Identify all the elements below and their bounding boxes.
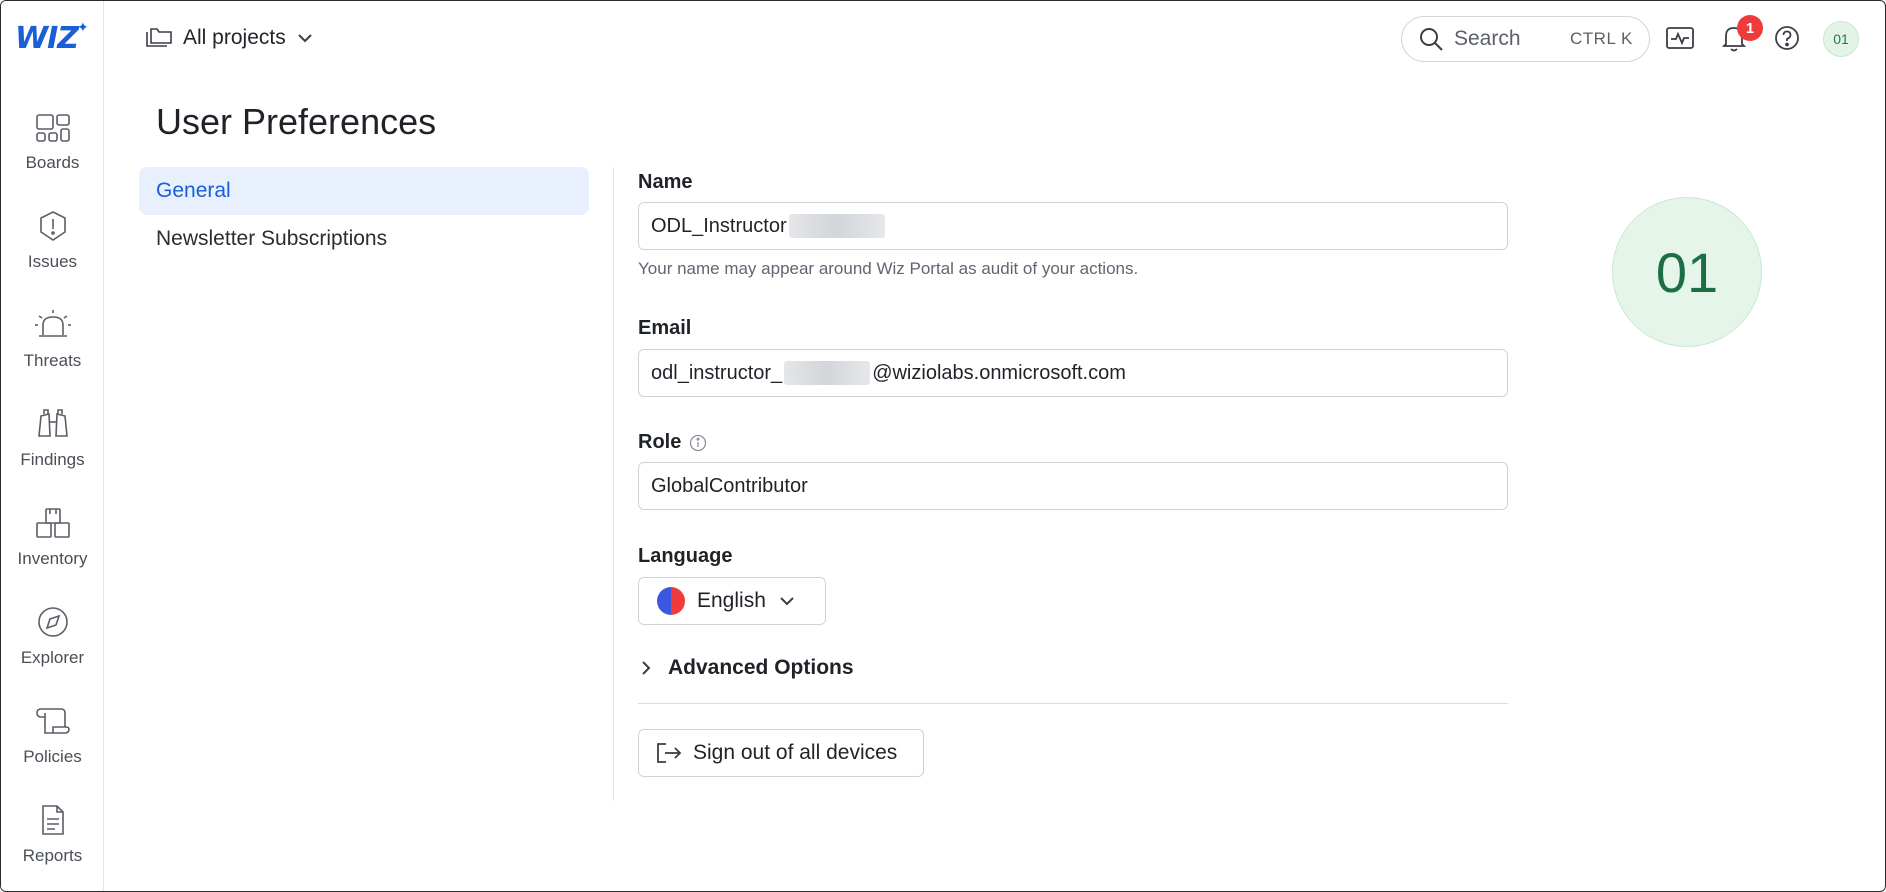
- language-value: English: [697, 589, 766, 612]
- nav-label-policies: Policies: [23, 747, 82, 766]
- preferences-subnav: General Newsletter Subscriptions: [139, 167, 589, 263]
- language-select[interactable]: English: [638, 577, 826, 625]
- findings-icon: [37, 409, 68, 437]
- language-flag-icon: [657, 587, 685, 615]
- nav-label-threats: Threats: [23, 351, 82, 370]
- name-field[interactable]: ODL_Instructor: [638, 202, 1508, 250]
- sign-out-icon: [657, 743, 682, 763]
- user-avatar[interactable]: 01: [1823, 21, 1859, 57]
- app-window: WIZ ✦ Boards Issues Threats Findings Inv…: [0, 0, 1886, 892]
- wiz-logo[interactable]: WIZ ✦: [15, 19, 93, 69]
- nav-item-threats[interactable]: Threats: [1, 309, 104, 399]
- help-circle-icon: [1775, 26, 1799, 50]
- chevron-right-icon: [642, 661, 651, 675]
- left-nav: WIZ ✦ Boards Issues Threats Findings Inv…: [1, 1, 104, 891]
- activity-monitor-icon: [1666, 27, 1694, 49]
- role-label-text: Role: [638, 431, 682, 453]
- language-label-text: Language: [638, 545, 733, 567]
- nav-item-policies[interactable]: Policies: [1, 705, 104, 795]
- email-label: Email: [638, 317, 691, 340]
- boards-icon: [35, 114, 70, 142]
- nav-item-issues[interactable]: Issues: [1, 210, 104, 300]
- search-shortcut: CTRL K: [1570, 29, 1633, 48]
- policies-icon: [35, 708, 70, 734]
- nav-label-issues: Issues: [27, 252, 78, 271]
- nav-label-boards: Boards: [25, 153, 80, 172]
- email-label-text: Email: [638, 317, 692, 339]
- search-label: Search: [1454, 27, 1521, 50]
- activity-button[interactable]: [1663, 21, 1697, 55]
- sign-out-label: Sign out of all devices: [693, 741, 898, 764]
- subnav-item-general[interactable]: General: [139, 167, 589, 215]
- nav-label-findings: Findings: [20, 450, 85, 469]
- logo-sparkle-icon: ✦: [77, 19, 89, 35]
- subnav-item-newsletter-subscriptions[interactable]: Newsletter Subscriptions: [139, 215, 589, 263]
- role-value: GlobalContributor: [651, 474, 808, 497]
- advanced-options-toggle[interactable]: Advanced Options: [638, 653, 854, 683]
- search-icon: [1420, 28, 1443, 51]
- sign-out-all-devices-button[interactable]: Sign out of all devices: [638, 729, 924, 777]
- nav-item-explorer[interactable]: Explorer: [1, 606, 104, 696]
- help-button[interactable]: [1770, 21, 1804, 55]
- language-label: Language: [638, 545, 732, 568]
- section-divider: [613, 167, 614, 801]
- email-value-suffix: @wiziolabs.onmicrosoft.com: [872, 361, 1126, 384]
- inventory-icon: [35, 508, 70, 538]
- nav-label-reports: Reports: [22, 846, 83, 865]
- page-title: User Preferences: [156, 101, 437, 142]
- name-help-text: Your name may appear around Wiz Portal a…: [638, 259, 1139, 278]
- redacted-blur: [788, 214, 885, 238]
- nav-label-inventory: Inventory: [17, 549, 88, 568]
- reports-icon: [41, 805, 64, 835]
- chevron-down-icon: [297, 34, 312, 43]
- explorer-icon: [37, 607, 68, 637]
- threats-icon: [34, 310, 71, 337]
- top-bar: All projects Search CTRL K 1 01: [105, 1, 1885, 75]
- email-value-prefix: odl_instructor_: [651, 361, 783, 384]
- chevron-down-icon: [780, 597, 794, 606]
- issues-icon: [39, 211, 66, 241]
- project-selector-label: All projects: [183, 26, 286, 49]
- search-box[interactable]: Search CTRL K: [1401, 16, 1650, 62]
- project-selector[interactable]: All projects: [145, 23, 314, 53]
- advanced-options-label: Advanced Options: [668, 656, 854, 679]
- name-value: ODL_Instructor: [651, 214, 787, 237]
- form-divider: [638, 703, 1508, 704]
- role-field[interactable]: GlobalContributor: [638, 462, 1508, 510]
- profile-avatar: 01: [1612, 197, 1762, 347]
- email-field[interactable]: odl_instructor_ @wiziolabs.onmicrosoft.c…: [638, 349, 1508, 397]
- nav-item-reports[interactable]: Reports: [1, 804, 104, 891]
- redacted-blur: [784, 361, 871, 385]
- name-label-text: Name: [638, 171, 693, 193]
- role-label: Role: [638, 431, 707, 454]
- nav-item-findings[interactable]: Findings: [1, 408, 104, 498]
- folders-icon: [146, 28, 172, 47]
- nav-item-inventory[interactable]: Inventory: [1, 507, 104, 597]
- nav-label-explorer: Explorer: [20, 648, 85, 667]
- info-icon[interactable]: [689, 434, 707, 452]
- name-label: Name: [638, 171, 692, 194]
- notification-badge: 1: [1737, 15, 1763, 41]
- nav-item-boards[interactable]: Boards: [1, 111, 104, 201]
- logo-text: WIZ: [15, 21, 79, 56]
